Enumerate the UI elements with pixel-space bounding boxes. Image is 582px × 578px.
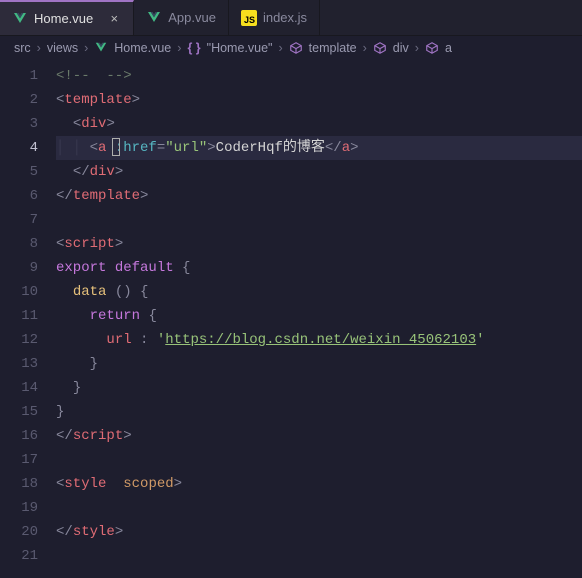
chevron-right-icon: › bbox=[279, 41, 283, 55]
line-number: 2 bbox=[0, 88, 38, 112]
code-line: </div> bbox=[56, 160, 582, 184]
line-number: 4 bbox=[0, 136, 38, 160]
line-number: 15 bbox=[0, 400, 38, 424]
tab-bar: Home.vue × App.vue JS index.js bbox=[0, 0, 582, 36]
line-number: 13 bbox=[0, 352, 38, 376]
code-line bbox=[56, 544, 582, 568]
code-editor[interactable]: 123456789101112131415161718192021 <!-- -… bbox=[0, 60, 582, 578]
line-number: 16 bbox=[0, 424, 38, 448]
line-number: 1 bbox=[0, 64, 38, 88]
line-number: 8 bbox=[0, 232, 38, 256]
tab-app-vue[interactable]: App.vue bbox=[134, 0, 229, 35]
code-line bbox=[56, 208, 582, 232]
code-line: </template> bbox=[56, 184, 582, 208]
breadcrumb-item[interactable]: Home.vue bbox=[114, 41, 171, 55]
chevron-right-icon: › bbox=[177, 41, 181, 55]
code-line: <script> bbox=[56, 232, 582, 256]
braces-icon: { } bbox=[187, 41, 200, 55]
line-number: 5 bbox=[0, 160, 38, 184]
vue-icon bbox=[146, 10, 162, 26]
breadcrumb-item[interactable]: div bbox=[393, 41, 409, 55]
breadcrumb-item[interactable]: template bbox=[309, 41, 357, 55]
line-number: 3 bbox=[0, 112, 38, 136]
breadcrumb-item[interactable]: views bbox=[47, 41, 78, 55]
line-number: 14 bbox=[0, 376, 38, 400]
close-icon[interactable]: × bbox=[107, 11, 121, 26]
cube-icon bbox=[425, 41, 439, 55]
code-line-active: │ │ <a :href="url">CoderHqf的博客</a> bbox=[56, 136, 582, 160]
line-number: 9 bbox=[0, 256, 38, 280]
line-number: 11 bbox=[0, 304, 38, 328]
breadcrumb-item[interactable]: a bbox=[445, 41, 452, 55]
line-number: 21 bbox=[0, 544, 38, 568]
line-number: 17 bbox=[0, 448, 38, 472]
tab-index-js[interactable]: JS index.js bbox=[229, 0, 320, 35]
code-line: </style> bbox=[56, 520, 582, 544]
code-line: </script> bbox=[56, 424, 582, 448]
line-number: 12 bbox=[0, 328, 38, 352]
code-line: <style scoped> bbox=[56, 472, 582, 496]
code-line: url : 'https://blog.csdn.net/weixin_4506… bbox=[56, 328, 582, 352]
line-number: 19 bbox=[0, 496, 38, 520]
breadcrumb-item[interactable]: "Home.vue" bbox=[207, 41, 273, 55]
tab-label: App.vue bbox=[168, 10, 216, 25]
chevron-right-icon: › bbox=[363, 41, 367, 55]
code-line: } bbox=[56, 376, 582, 400]
line-number: 6 bbox=[0, 184, 38, 208]
chevron-right-icon: › bbox=[37, 41, 41, 55]
chevron-right-icon: › bbox=[84, 41, 88, 55]
breadcrumb-item[interactable]: src bbox=[14, 41, 31, 55]
code-line bbox=[56, 496, 582, 520]
line-number: 10 bbox=[0, 280, 38, 304]
cube-icon bbox=[289, 41, 303, 55]
code-line: <div> bbox=[56, 112, 582, 136]
line-number: 7 bbox=[0, 208, 38, 232]
vue-icon bbox=[12, 11, 28, 27]
tab-label: Home.vue bbox=[34, 11, 93, 26]
text-cursor bbox=[112, 138, 120, 156]
cube-icon bbox=[373, 41, 387, 55]
code-line: <!-- --> bbox=[56, 64, 582, 88]
code-line bbox=[56, 448, 582, 472]
tab-label: index.js bbox=[263, 10, 307, 25]
code-line: export default { bbox=[56, 256, 582, 280]
tab-home-vue[interactable]: Home.vue × bbox=[0, 0, 134, 35]
line-number: 18 bbox=[0, 472, 38, 496]
code-line: data () { bbox=[56, 280, 582, 304]
chevron-right-icon: › bbox=[415, 41, 419, 55]
code-line: } bbox=[56, 352, 582, 376]
code-area[interactable]: <!-- --> <template> <div> │ │ <a :href="… bbox=[56, 60, 582, 578]
line-number-gutter: 123456789101112131415161718192021 bbox=[0, 60, 56, 578]
code-line: <template> bbox=[56, 88, 582, 112]
js-icon: JS bbox=[241, 10, 257, 26]
code-line: } bbox=[56, 400, 582, 424]
line-number: 20 bbox=[0, 520, 38, 544]
code-line: return { bbox=[56, 304, 582, 328]
vue-icon bbox=[94, 41, 108, 55]
breadcrumb[interactable]: src › views › Home.vue › { } "Home.vue" … bbox=[0, 36, 582, 60]
